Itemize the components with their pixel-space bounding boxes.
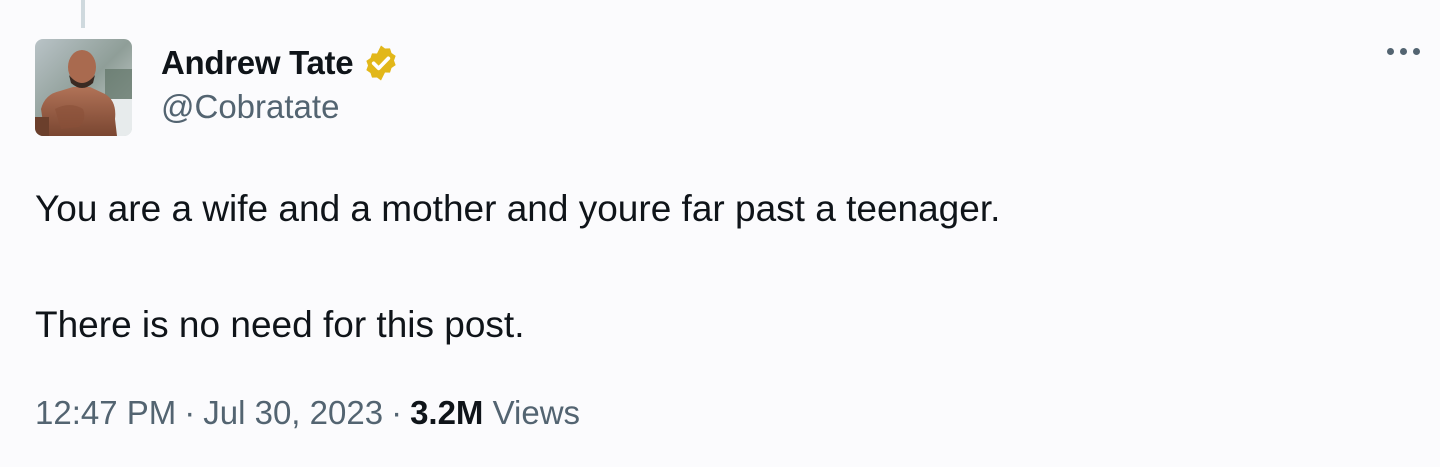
tweet-text: You are a wife and a mother and youre fa…	[35, 180, 1000, 354]
author-handle[interactable]: @Cobratate	[161, 88, 401, 126]
author-name-row: Andrew Tate	[161, 40, 401, 86]
author-display-name[interactable]: Andrew Tate	[161, 44, 354, 82]
tweet-meta: 12:47 PM · Jul 30, 2023 · 3.2M Views	[35, 394, 580, 432]
views-count: 3.2M	[410, 394, 484, 431]
tweet-paragraph: There is no need for this post.	[35, 304, 525, 345]
tweet-date[interactable]: Jul 30, 2023	[203, 394, 383, 431]
more-options-icon[interactable]	[1387, 48, 1420, 55]
avatar-photo	[35, 39, 132, 136]
tweet-time[interactable]: 12:47 PM	[35, 394, 176, 431]
meta-separator: ·	[184, 394, 196, 431]
author-block: Andrew Tate @Cobratate	[161, 40, 401, 126]
thread-connector-line	[81, 0, 85, 28]
avatar[interactable]	[35, 39, 132, 136]
more-dot	[1400, 48, 1407, 55]
tweet: Andrew Tate @Cobratate You are a wife an…	[0, 0, 1440, 467]
more-dot	[1413, 48, 1420, 55]
verified-badge-icon	[361, 43, 401, 83]
views-label: Views	[492, 394, 581, 431]
tweet-paragraph: You are a wife and a mother and youre fa…	[35, 188, 1001, 229]
more-dot	[1387, 48, 1394, 55]
meta-separator: ·	[391, 394, 403, 431]
